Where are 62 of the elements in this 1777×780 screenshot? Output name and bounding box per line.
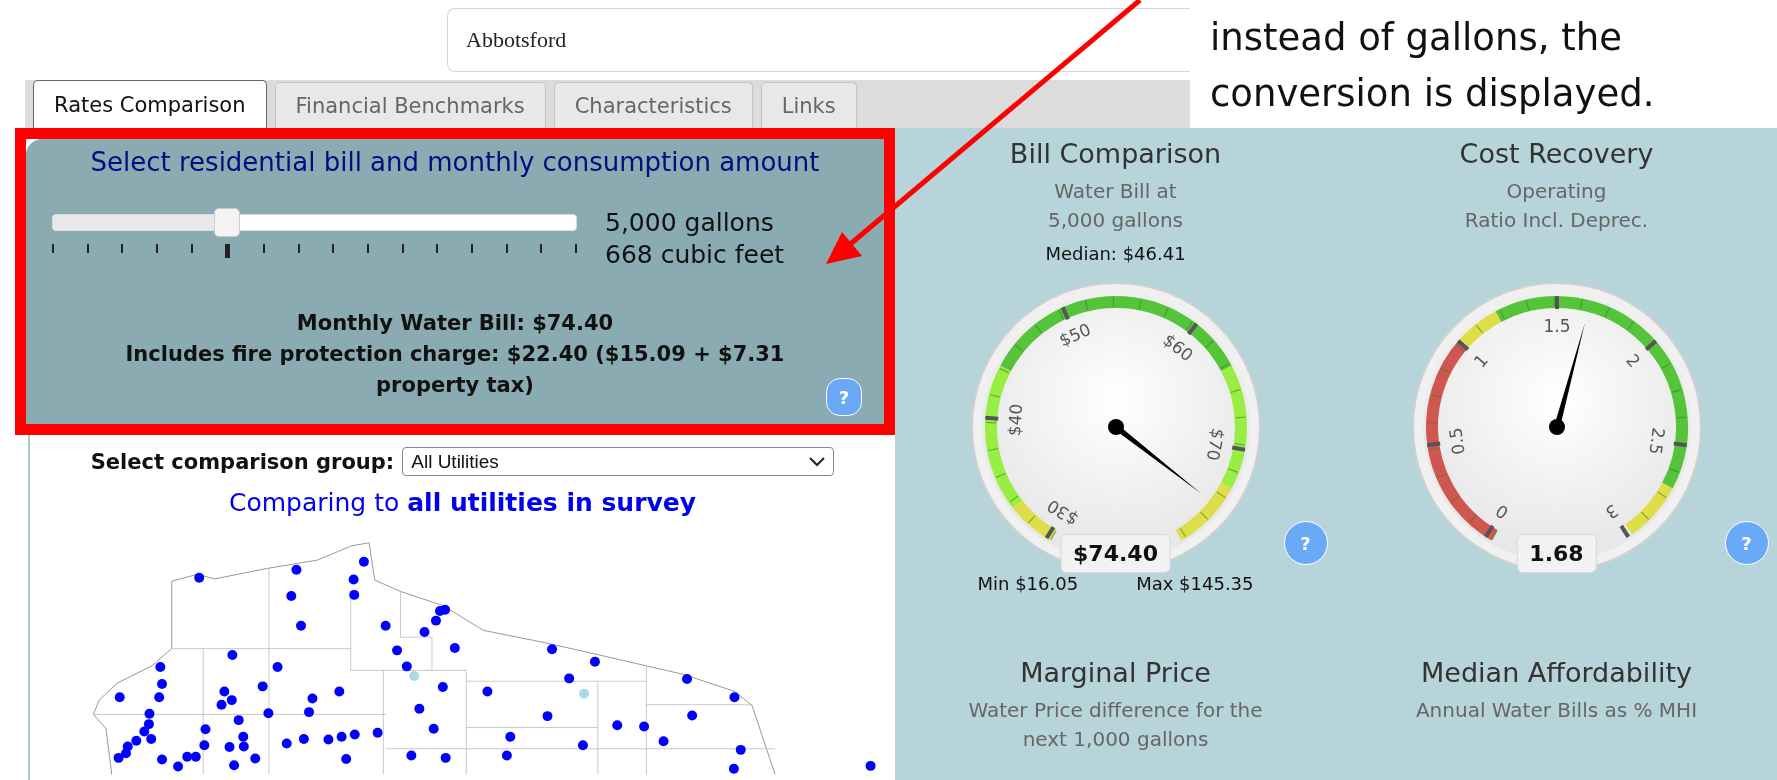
tab[interactable]: Financial Benchmarks [274, 82, 546, 128]
gauge-title: Bill Comparison [1009, 138, 1222, 169]
gauge-title: Cost Recovery [1459, 138, 1654, 169]
median-label: Median: $46.41 [1045, 243, 1186, 264]
tick-mark [190, 244, 193, 253]
tick-mark [540, 244, 543, 253]
help-button[interactable]: ? [826, 378, 862, 416]
slider[interactable] [52, 207, 577, 238]
help-button[interactable]: ? [1724, 521, 1769, 565]
chevron-icon [809, 456, 826, 467]
annotation-text: instead of gallons, the [1210, 15, 1623, 61]
scale-label: 1 [1469, 350, 1492, 372]
cubic-feet-reading: 668 cubic feet [605, 239, 785, 271]
monthly-bill: Monthly Water Bill: $74.40 [296, 311, 614, 335]
tick-mark [332, 244, 335, 253]
gauge-value: $74.40 [1060, 534, 1171, 573]
gauge-subtitle: Operating Ratio Incl. Deprec. [1464, 178, 1649, 234]
min-label: Min $16.05 [977, 573, 1079, 596]
gauge-title: Median Affordability [1421, 657, 1692, 688]
scale-label: $30 [1042, 495, 1082, 530]
fire-charge-text: Includes fire protection charge: $22.40 ($15.09 + $7.31 property tax) [124, 341, 786, 399]
scale-label: 3 [1601, 500, 1622, 524]
group-label: Select comparison group: [90, 449, 395, 474]
scale-label: 0.5 [1444, 426, 1469, 456]
gauge-title: Marginal Price [1020, 657, 1211, 688]
tick-mark [366, 244, 369, 253]
tab[interactable]: Rates Comparison [33, 80, 267, 128]
tab[interactable]: Links [760, 82, 857, 128]
gauge-value: 1.68 [1516, 534, 1597, 573]
tick-mark [470, 244, 473, 253]
gallons-reading: 5,000 gallons [605, 207, 775, 239]
tick-mark [505, 244, 508, 253]
annotation-text: conversion is displayed. [1210, 71, 1656, 117]
tick-mark [436, 244, 439, 253]
scale-label: 0 [1491, 500, 1512, 524]
group-dropdown[interactable]: All Utilities [402, 447, 835, 476]
panel-title: Select residential bill and monthly consumption amount [90, 147, 820, 177]
gauge-subtitle: Annual Water Bills as % MHI [1415, 697, 1698, 724]
scale-label: $50 [1055, 319, 1094, 351]
tick-mark [262, 244, 265, 253]
scale-label: $60 [1158, 329, 1197, 366]
tick-mark [155, 244, 158, 253]
tick-mark [121, 244, 124, 253]
slider-thumb[interactable] [213, 208, 240, 237]
tick-mark [52, 244, 54, 253]
comparison-caption: Comparing to all utilities in survey [228, 488, 697, 517]
scale-label: 2 [1621, 350, 1644, 372]
tab[interactable]: Characteristics [553, 82, 753, 128]
search-field[interactable]: Abbotsford [447, 8, 1190, 72]
gauge-subtitle: Water Price difference for the next 1,000 gallons [968, 697, 1263, 753]
scale-label: 1.5 [1543, 316, 1570, 336]
tick-mark [401, 244, 404, 253]
tick-mark [225, 244, 231, 258]
max-label: Max $145.35 [1136, 573, 1254, 596]
help-button[interactable]: ? [1283, 521, 1328, 565]
gauge-subtitle: Water Bill at 5,000 gallons [1048, 178, 1183, 234]
tick-mark [297, 244, 300, 253]
tick-mark [86, 244, 89, 253]
tick-mark [574, 244, 577, 253]
scale-label: $40 [1003, 403, 1026, 437]
scale-label: 2.5 [1644, 426, 1669, 456]
scale-label: $70 [1202, 426, 1228, 463]
